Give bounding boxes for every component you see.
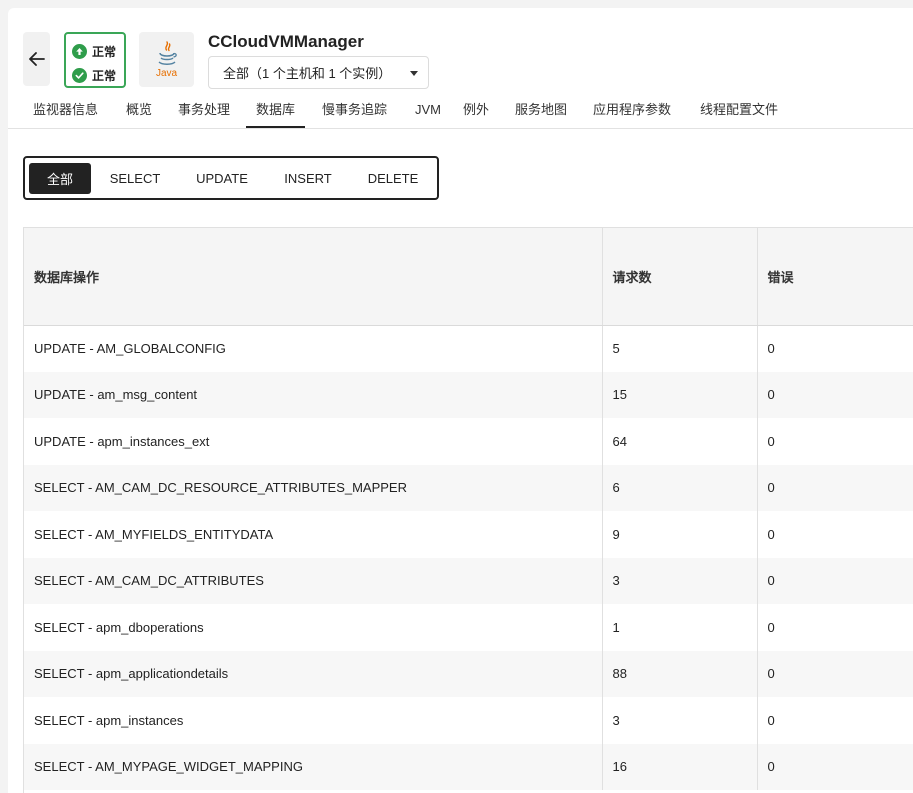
errors-cell: 0 — [757, 325, 913, 372]
java-logo: Java — [139, 32, 194, 87]
operation-cell[interactable]: SELECT - AM_CAM_DC_ATTRIBUTES — [24, 557, 603, 604]
requests-cell: 5 — [602, 325, 758, 372]
filter-select-button[interactable]: SELECT — [97, 163, 173, 194]
table-row[interactable]: UPDATE - apm_instances_ext 64 0 — [24, 418, 913, 465]
errors-cell: 0 — [757, 650, 913, 697]
column-header-operation[interactable]: 数据库操作 — [24, 228, 603, 326]
status-row-availability: 正常 — [66, 39, 124, 63]
table-row[interactable]: UPDATE - am_msg_content 15 0 — [24, 371, 913, 418]
requests-cell: 64 — [602, 418, 758, 465]
tab-thread-profile[interactable]: 线程配置文件 — [700, 100, 778, 128]
requests-cell: 6 — [602, 464, 758, 511]
operation-cell[interactable]: SELECT - AM_CAM_DC_RESOURCE_ATTRIBUTES_M… — [24, 464, 603, 511]
operation-cell[interactable]: UPDATE - am_msg_content — [24, 371, 603, 418]
scope-select-value: 全部（1 个主机和 1 个实例） — [223, 66, 392, 81]
tab-transactions[interactable]: 事务处理 — [178, 100, 230, 128]
column-header-errors[interactable]: 错误 — [757, 228, 913, 326]
status-row-health: 正常 — [66, 63, 124, 87]
tab-bar: 监视器信息 概览 事务处理 数据库 慢事务追踪 JVM 例外 服务地图 应用程序… — [8, 96, 913, 129]
table-row[interactable]: SELECT - AM_MYPAGE_WIDGET_MAPPING 16 0 — [24, 743, 913, 790]
app-title: CCloudVMManager — [208, 32, 364, 51]
errors-cell: 0 — [757, 511, 913, 558]
errors-cell: 0 — [757, 418, 913, 465]
tab-exceptions[interactable]: 例外 — [463, 100, 489, 128]
status-label: 正常 — [92, 44, 117, 59]
database-operations-table: 数据库操作 请求数 错误 UPDATE - AM_GLOBALCONFIG 5 … — [23, 227, 913, 793]
table-row[interactable]: SELECT - AM_CAM_DC_ATTRIBUTES 3 0 — [24, 557, 913, 604]
table-row[interactable]: UPDATE - AM_GLOBALCONFIG 5 0 — [24, 325, 913, 372]
tab-jvm[interactable]: JVM — [415, 100, 441, 128]
java-logo-icon — [158, 40, 177, 65]
arrow-left-icon — [28, 52, 45, 66]
operation-cell[interactable]: SELECT - apm_instances — [24, 697, 603, 744]
table-header-row: 数据库操作 请求数 错误 — [24, 228, 913, 326]
tab-service-map[interactable]: 服务地图 — [515, 100, 567, 128]
column-header-requests[interactable]: 请求数 — [602, 228, 758, 326]
check-circle-icon — [72, 67, 87, 83]
requests-cell: 3 — [602, 557, 758, 604]
main-panel: 正常 正常 Java CCloudVMManager 全部（1 个主机和 1 个… — [8, 8, 913, 793]
errors-cell: 0 — [757, 371, 913, 418]
operation-cell[interactable]: SELECT - AM_MYFIELDS_ENTITYDATA — [24, 511, 603, 558]
filter-update-button[interactable]: UPDATE — [181, 163, 263, 194]
requests-cell: 16 — [602, 743, 758, 790]
tab-monitor-info[interactable]: 监视器信息 — [33, 100, 98, 128]
java-label: Java — [155, 67, 178, 79]
errors-cell: 0 — [757, 557, 913, 604]
operation-filter: 全部 SELECT UPDATE INSERT DELETE — [23, 156, 439, 200]
operation-cell[interactable]: UPDATE - AM_GLOBALCONFIG — [24, 325, 603, 372]
requests-cell: 1 — [602, 604, 758, 651]
filter-all-button[interactable]: 全部 — [29, 163, 91, 194]
scope-select[interactable]: 全部（1 个主机和 1 个实例） — [208, 56, 429, 89]
errors-cell: 0 — [757, 743, 913, 790]
table-row[interactable]: SELECT - AM_CAM_DC_RESOURCE_ATTRIBUTES_M… — [24, 464, 913, 511]
errors-cell: 0 — [757, 697, 913, 744]
table-row[interactable]: SELECT - apm_instances 3 0 — [24, 697, 913, 744]
tab-slow-transaction-trace[interactable]: 慢事务追踪 — [322, 100, 387, 128]
table-row[interactable]: SELECT - apm_applicationdetails 88 0 — [24, 650, 913, 697]
status-label: 正常 — [92, 68, 117, 83]
requests-cell: 3 — [602, 697, 758, 744]
operation-cell[interactable]: UPDATE - apm_instances_ext — [24, 418, 603, 465]
tab-overview[interactable]: 概览 — [126, 100, 152, 128]
arrow-up-circle-icon — [72, 43, 87, 59]
tab-database[interactable]: 数据库 — [245, 100, 306, 128]
status-indicator[interactable]: 正常 正常 — [64, 32, 126, 88]
tab-app-parameters[interactable]: 应用程序参数 — [593, 100, 671, 128]
filter-insert-button[interactable]: INSERT — [271, 163, 345, 194]
filter-delete-button[interactable]: DELETE — [353, 163, 433, 194]
operation-cell[interactable]: SELECT - apm_dboperations — [24, 604, 603, 651]
operation-cell[interactable]: SELECT - AM_MYPAGE_WIDGET_MAPPING — [24, 743, 603, 790]
requests-cell: 15 — [602, 371, 758, 418]
requests-cell: 88 — [602, 650, 758, 697]
table-row[interactable]: SELECT - apm_dboperations 1 0 — [24, 604, 913, 651]
errors-cell: 0 — [757, 464, 913, 511]
operation-cell[interactable]: SELECT - apm_applicationdetails — [24, 650, 603, 697]
errors-cell: 0 — [757, 604, 913, 651]
caret-down-icon — [410, 71, 418, 76]
table-row[interactable]: SELECT - AM_MYFIELDS_ENTITYDATA 9 0 — [24, 511, 913, 558]
requests-cell: 9 — [602, 511, 758, 558]
back-button[interactable] — [23, 32, 50, 86]
